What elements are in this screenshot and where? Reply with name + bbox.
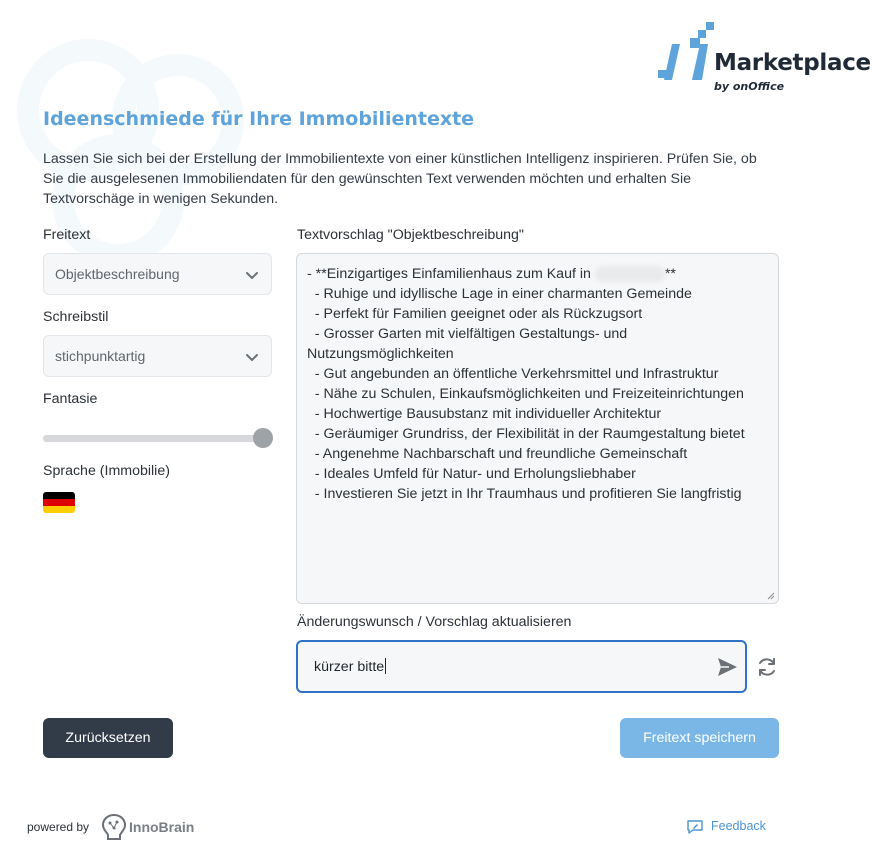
save-freitext-button[interactable]: Freitext speichern [620, 718, 779, 758]
suggestion-line: - Geräumiger Grundriss, der Flexibilität… [307, 426, 745, 442]
brand-sub: by onOffice [714, 80, 785, 93]
suggestion-textarea[interactable]: - **Einzigartiges Einfamilienhaus zum Ka… [296, 253, 779, 604]
suggestion-line: - **Einzigartiges Einfamilienhaus zum Ka… [307, 266, 676, 283]
suggestion-line: - Grosser Garten mit vielfältigen Gestal… [307, 326, 628, 362]
innobrain-logo-icon [101, 813, 127, 840]
marketplace-logo: Marketplace by onOffice [656, 20, 876, 98]
sprache-label: Sprache (Immobilie) [43, 463, 170, 479]
refresh-icon[interactable] [755, 655, 779, 679]
reset-button[interactable]: Zurücksetzen [43, 718, 173, 758]
brand-name: Marketplace [714, 50, 871, 76]
freitext-label: Freitext [43, 227, 91, 243]
suggestion-line: - Investieren Sie jetzt in Ihr Traumhaus… [307, 486, 742, 502]
freitext-select[interactable]: Objektbeschreibung [43, 253, 272, 295]
chevron-down-icon [246, 354, 258, 361]
flag-de-icon[interactable] [43, 492, 75, 513]
schreibstil-label: Schreibstil [43, 309, 109, 325]
chevron-down-icon [246, 272, 258, 279]
fantasie-slider[interactable] [43, 428, 273, 450]
suggestion-line: - Nähe zu Schulen, Einkaufsmöglichkeiten… [307, 386, 744, 402]
feedback-link[interactable]: Feedback [711, 819, 766, 833]
fantasie-label: Fantasie [43, 391, 98, 407]
suggestion-line: - Perfekt für Familien geeignet oder als… [307, 306, 643, 322]
send-icon[interactable] [715, 655, 739, 679]
redacted-text [594, 266, 665, 283]
suggestion-line: - Ruhige und idyllische Lage in einer ch… [307, 286, 692, 302]
intro-text: Lassen Sie sich bei der Erstellung der I… [43, 151, 757, 207]
feedback-icon[interactable] [686, 819, 704, 835]
suggestion-line: - Angenehme Nachbarschaft und freundlich… [307, 446, 688, 462]
freitext-select-value: Objektbeschreibung [55, 266, 180, 282]
schreibstil-select[interactable]: stichpunktartig [43, 335, 272, 377]
powered-by-text: powered by [27, 820, 90, 834]
suggestion-line: - Ideales Umfeld für Natur- und Erholung… [307, 466, 636, 482]
page-title: Ideenschmiede für Ihre Immobilientexte [43, 108, 475, 130]
suggestion-line: - Hochwertige Bausubstanz mit individuel… [307, 406, 662, 422]
change-input[interactable]: kürzer bitte [296, 640, 747, 693]
suggestion-line: - Gut angebunden an öffentliche Verkehrs… [307, 366, 719, 382]
marketplace-logo-icon [658, 22, 714, 80]
innobrain-name: InnoBrain [129, 819, 195, 835]
change-input-value: kürzer bitte [314, 658, 387, 675]
slider-fill [43, 435, 263, 442]
suggestion-label: Textvorschlag "Objektbeschreibung" [297, 227, 524, 243]
slider-thumb[interactable] [253, 428, 273, 448]
change-label: Änderungswunsch / Vorschlag aktualisiere… [297, 614, 572, 630]
schreibstil-select-value: stichpunktartig [55, 348, 146, 364]
resize-handle-icon[interactable] [767, 592, 775, 600]
